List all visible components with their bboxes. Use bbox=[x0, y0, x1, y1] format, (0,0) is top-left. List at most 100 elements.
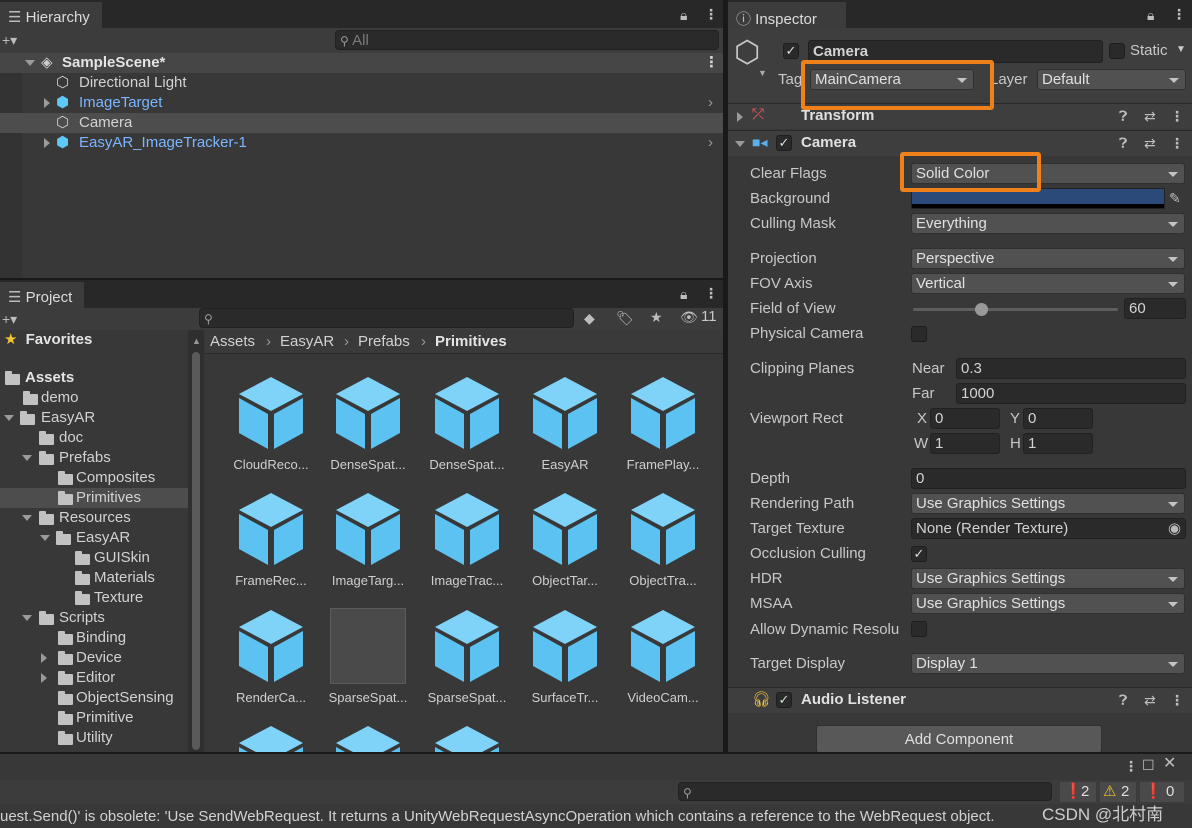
asset-item[interactable]: RenderCa... bbox=[223, 608, 319, 705]
expand-arrow-icon[interactable] bbox=[22, 615, 32, 621]
viewport-y-field[interactable]: 0 bbox=[1023, 408, 1093, 429]
fov-slider-track[interactable] bbox=[913, 308, 1118, 311]
expand-arrow-icon[interactable] bbox=[4, 415, 14, 421]
allow-dynamic-resolution-checkbox[interactable] bbox=[911, 621, 927, 637]
warning-toggle[interactable]: ⚠ 2 bbox=[1100, 782, 1136, 802]
asset-item[interactable]: SparseSpat... bbox=[419, 608, 515, 705]
hidden-packages-icon[interactable]: 👁︎ bbox=[680, 309, 698, 325]
msaa-dropdown[interactable]: Use Graphics Settings bbox=[911, 593, 1185, 614]
console-search-input[interactable]: ⚲ bbox=[678, 782, 1052, 801]
hierarchy-tab[interactable]: ☰ Hierarchy bbox=[0, 2, 102, 29]
asset-item[interactable]: SparseSpat... bbox=[320, 608, 416, 705]
component-menu-icon[interactable]: ⋮ bbox=[1170, 108, 1184, 124]
viewport-h-field[interactable]: 1 bbox=[1023, 433, 1093, 454]
icon-dropdown-arrow-icon[interactable]: ▼ bbox=[758, 68, 767, 78]
breadcrumb-item[interactable]: Assets bbox=[210, 333, 255, 350]
presets-icon[interactable]: ⇄ bbox=[1144, 692, 1156, 708]
help-icon[interactable]: ❓︎ bbox=[1119, 135, 1127, 151]
tree-scrollbar[interactable]: ▲ bbox=[188, 330, 204, 752]
expand-arrow-icon[interactable] bbox=[41, 673, 47, 683]
tree-item[interactable]: Texture bbox=[0, 588, 188, 608]
asset-item[interactable]: ObjectTra... bbox=[615, 491, 711, 588]
breadcrumb-item[interactable]: Prefabs bbox=[358, 333, 410, 350]
add-component-button[interactable]: Add Component bbox=[816, 725, 1102, 753]
asset-item[interactable]: VideoCam... bbox=[615, 608, 711, 705]
far-field[interactable]: 1000 bbox=[956, 383, 1186, 404]
asset-item[interactable]: CloudReco... bbox=[223, 375, 319, 472]
breadcrumb-item[interactable]: EasyAR bbox=[280, 333, 334, 350]
console-message[interactable]: uest.Send()' is obsolete: 'Use SendWebRe… bbox=[0, 806, 1192, 828]
asset-item[interactable]: DenseSpat... bbox=[419, 375, 515, 472]
asset-item[interactable]: FrameRec... bbox=[223, 491, 319, 588]
tree-item[interactable]: Composites bbox=[0, 468, 188, 488]
expand-arrow-icon[interactable] bbox=[25, 60, 35, 66]
inspector-tab[interactable]: ⓘ Inspector bbox=[728, 2, 846, 29]
chevron-right-icon[interactable]: › bbox=[708, 133, 713, 153]
asset-item[interactable] bbox=[223, 724, 319, 752]
tree-item[interactable]: Assets bbox=[4, 368, 188, 388]
viewport-x-field[interactable]: 0 bbox=[930, 408, 1000, 429]
lock-icon[interactable]: 🔒︎ bbox=[1147, 7, 1154, 23]
create-dropdown-icon[interactable]: +▾ bbox=[2, 311, 17, 327]
more-menu-icon[interactable]: ⋮ bbox=[704, 6, 718, 22]
expand-arrow-icon[interactable] bbox=[44, 138, 50, 148]
tree-item[interactable]: ObjectSensing bbox=[0, 688, 188, 708]
tree-item[interactable]: Device bbox=[0, 648, 188, 668]
collapse-arrow-icon[interactable] bbox=[735, 141, 745, 147]
filter-by-label-icon[interactable]: 🏷︎ bbox=[616, 310, 634, 326]
tree-item[interactable]: Prefabs bbox=[0, 448, 188, 468]
projection-dropdown[interactable]: Perspective bbox=[911, 248, 1185, 269]
project-tab[interactable]: ☰ Project bbox=[0, 282, 84, 309]
maximize-icon[interactable]: ☐ bbox=[1142, 757, 1155, 773]
target-texture-field[interactable]: None (Render Texture) ◉ bbox=[911, 518, 1186, 539]
layer-dropdown[interactable]: Default bbox=[1037, 69, 1186, 90]
viewport-w-field[interactable]: 1 bbox=[930, 433, 1000, 454]
close-icon[interactable]: ✕ bbox=[1163, 756, 1176, 772]
asset-item[interactable]: ObjectTar... bbox=[517, 491, 613, 588]
info-toggle[interactable]: ❗ 2 bbox=[1060, 782, 1096, 802]
expand-arrow-icon[interactable] bbox=[22, 515, 32, 521]
asset-item[interactable] bbox=[419, 724, 515, 752]
camera-enabled-checkbox[interactable]: ✓ bbox=[776, 135, 792, 151]
expand-arrow-icon[interactable] bbox=[737, 112, 743, 122]
tree-item[interactable]: Materials bbox=[0, 568, 188, 588]
console-menu-icon[interactable]: ⋮ bbox=[1124, 758, 1138, 774]
presets-icon[interactable]: ⇄ bbox=[1144, 108, 1156, 124]
lock-icon[interactable]: 🔒︎ bbox=[680, 7, 687, 23]
scene-more-icon[interactable]: ⋮ bbox=[704, 53, 719, 73]
hierarchy-item-selected[interactable]: ⬡ Camera bbox=[0, 113, 723, 133]
scene-row[interactable]: ◈ SampleScene* ⋮ bbox=[0, 53, 723, 73]
expand-arrow-icon[interactable] bbox=[44, 98, 50, 108]
expand-arrow-icon[interactable] bbox=[22, 455, 32, 461]
asset-item[interactable]: FramePlay... bbox=[615, 375, 711, 472]
object-picker-icon[interactable]: ◉ bbox=[1168, 519, 1181, 538]
fov-value-field[interactable]: 60 bbox=[1124, 298, 1186, 319]
fov-slider-thumb[interactable] bbox=[975, 303, 988, 316]
more-menu-icon[interactable]: ⋮ bbox=[1172, 6, 1186, 22]
fov-axis-dropdown[interactable]: Vertical bbox=[911, 273, 1185, 294]
favorites-item[interactable]: ★ Favorites bbox=[4, 330, 92, 350]
component-menu-icon[interactable]: ⋮ bbox=[1170, 692, 1184, 708]
tree-item[interactable]: EasyAR bbox=[0, 528, 188, 548]
near-field[interactable]: 0.3 bbox=[956, 358, 1186, 379]
tree-item-selected[interactable]: Primitives bbox=[0, 488, 188, 508]
asset-item[interactable]: ImageTrac... bbox=[419, 491, 515, 588]
asset-item[interactable]: ImageTarg... bbox=[320, 491, 416, 588]
asset-item[interactable]: DenseSpat... bbox=[320, 375, 416, 472]
static-checkbox[interactable] bbox=[1109, 43, 1125, 59]
asset-item[interactable] bbox=[320, 724, 416, 752]
more-menu-icon[interactable]: ⋮ bbox=[704, 285, 718, 301]
expand-arrow-icon[interactable] bbox=[41, 653, 47, 663]
culling-mask-dropdown[interactable]: Everything bbox=[911, 213, 1185, 234]
asset-item[interactable]: SurfaceTr... bbox=[517, 608, 613, 705]
expand-arrow-icon[interactable] bbox=[40, 535, 50, 541]
tree-item[interactable]: Binding bbox=[0, 628, 188, 648]
tree-item[interactable]: EasyAR bbox=[0, 408, 188, 428]
tree-item[interactable]: Editor bbox=[0, 668, 188, 688]
eyedropper-icon[interactable]: ✎ bbox=[1169, 190, 1181, 206]
audio-listener-enabled-checkbox[interactable]: ✓ bbox=[776, 692, 792, 708]
tree-item[interactable]: GUISkin bbox=[0, 548, 188, 568]
help-icon[interactable]: ❓︎ bbox=[1119, 692, 1127, 708]
project-search-input[interactable]: ⚲ bbox=[199, 308, 574, 328]
help-icon[interactable]: ❓︎ bbox=[1119, 108, 1127, 124]
